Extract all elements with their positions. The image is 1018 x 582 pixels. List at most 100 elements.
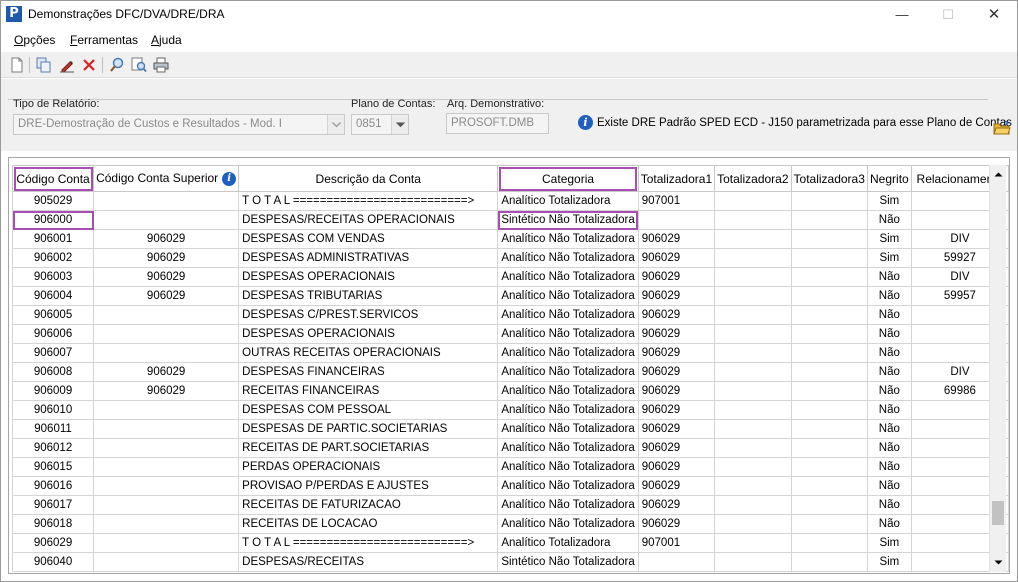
table-row[interactable]: 906018 RECEITAS DE LOCACAO Analítico Não T… bbox=[11, 514, 1009, 534]
cell-totalizadora3[interactable] bbox=[790, 495, 868, 515]
cell-totalizadora1[interactable]: 906029 bbox=[637, 286, 716, 306]
cell-codigo-superior[interactable] bbox=[93, 438, 240, 458]
scrollbar-thumb[interactable] bbox=[992, 501, 1004, 525]
cell-totalizadora1[interactable]: 906029 bbox=[637, 419, 716, 439]
zoom-icon[interactable] bbox=[130, 56, 148, 74]
cell-codigo-conta[interactable]: 906040 bbox=[11, 552, 95, 572]
cell-codigo-superior[interactable] bbox=[93, 324, 240, 344]
cell-totalizadora3[interactable] bbox=[790, 552, 868, 572]
plano-contas-select[interactable]: 0851 bbox=[351, 114, 409, 135]
cell-categoria[interactable]: Sintético Não Totalizadora bbox=[497, 210, 639, 230]
table-row[interactable]: 906005 DESPESAS C/PREST.SERVICOS Analítico… bbox=[11, 305, 1009, 325]
cell-categoria[interactable]: Analítico Totalizadora bbox=[497, 533, 639, 553]
cell-categoria[interactable]: Analítico Não Totalizadora bbox=[497, 419, 639, 439]
info-icon[interactable]: i bbox=[222, 171, 237, 186]
cell-totalizadora1[interactable]: 906029 bbox=[637, 248, 716, 268]
cell-codigo-conta[interactable]: 906012 bbox=[11, 438, 95, 458]
cell-categoria[interactable]: Analítico Não Totalizadora bbox=[497, 476, 639, 496]
new-document-icon[interactable] bbox=[8, 56, 26, 74]
cell-totalizadora2[interactable] bbox=[714, 552, 792, 572]
cell-descricao[interactable]: DESPESAS TRIBUTARIAS bbox=[238, 286, 499, 306]
cell-categoria[interactable]: Analítico Não Totalizadora bbox=[497, 324, 639, 344]
cell-totalizadora2[interactable] bbox=[714, 438, 792, 458]
edit-icon[interactable] bbox=[58, 56, 76, 74]
cell-totalizadora2[interactable] bbox=[714, 191, 792, 211]
cell-totalizadora3[interactable] bbox=[790, 457, 868, 477]
table-row[interactable]: 906011 DESPESAS DE PARTIC.SOCIETARIAS Anal… bbox=[11, 419, 1009, 439]
cell-descricao[interactable]: OUTRAS RECEITAS OPERACIONAIS bbox=[238, 343, 499, 363]
cell-codigo-superior[interactable]: 906029 bbox=[93, 286, 240, 306]
scroll-down-icon[interactable] bbox=[990, 554, 1006, 571]
cell-totalizadora3[interactable] bbox=[790, 343, 868, 363]
cell-descricao[interactable]: DESPESAS/RECEITAS OPERACIONAIS bbox=[238, 210, 499, 230]
cell-descricao[interactable]: T O T A L ==========================> bbox=[238, 533, 499, 553]
cell-totalizadora3[interactable] bbox=[790, 381, 868, 401]
minimize-button[interactable]: — bbox=[879, 1, 925, 29]
cell-categoria[interactable]: Analítico Não Totalizadora bbox=[497, 400, 639, 420]
cell-categoria[interactable]: Analítico Não Totalizadora bbox=[497, 362, 639, 382]
cell-totalizadora3[interactable] bbox=[790, 514, 868, 534]
copy-icon[interactable] bbox=[35, 56, 53, 74]
vertical-scrollbar[interactable] bbox=[989, 165, 1006, 572]
cell-totalizadora1[interactable]: 906029 bbox=[637, 381, 716, 401]
cell-totalizadora1[interactable] bbox=[637, 210, 716, 230]
cell-codigo-superior[interactable]: 906029 bbox=[93, 267, 240, 287]
table-row[interactable]: 906004 906029 DESPESAS TRIBUTARIAS Analític… bbox=[11, 286, 1009, 306]
cell-negrito[interactable]: Não bbox=[866, 400, 912, 420]
cell-totalizadora2[interactable] bbox=[714, 229, 792, 249]
table-row[interactable]: 906000 DESPESAS/RECEITAS OPERACIONAIS Sint… bbox=[11, 210, 1009, 230]
cell-negrito[interactable]: Sim bbox=[866, 248, 912, 268]
col-header-descricao[interactable]: Descrição da Conta bbox=[238, 165, 499, 192]
cell-descricao[interactable]: RECEITAS DE PART.SOCIETARIAS bbox=[238, 438, 499, 458]
cell-totalizadora2[interactable] bbox=[714, 457, 792, 477]
cell-totalizadora3[interactable] bbox=[790, 419, 868, 439]
table-row[interactable]: 906007 OUTRAS RECEITAS OPERACIONAIS Analít… bbox=[11, 343, 1009, 363]
cell-descricao[interactable]: DESPESAS FINANCEIRAS bbox=[238, 362, 499, 382]
cell-codigo-superior[interactable] bbox=[93, 210, 240, 230]
cell-totalizadora1[interactable]: 906029 bbox=[637, 457, 716, 477]
cell-codigo-conta[interactable]: 906029 bbox=[11, 533, 95, 553]
cell-codigo-superior[interactable] bbox=[93, 533, 240, 553]
cell-totalizadora3[interactable] bbox=[790, 286, 868, 306]
cell-codigo-conta[interactable]: 906006 bbox=[11, 324, 95, 344]
menu-ajuda[interactable]: Ajuda bbox=[151, 33, 182, 47]
cell-totalizadora3[interactable] bbox=[790, 324, 868, 344]
cell-totalizadora2[interactable] bbox=[714, 533, 792, 553]
cell-negrito[interactable]: Não bbox=[866, 324, 912, 344]
cell-codigo-conta[interactable]: 905029 bbox=[11, 191, 95, 211]
cell-codigo-conta[interactable]: 906007 bbox=[11, 343, 95, 363]
cell-descricao[interactable]: DESPESAS/RECEITAS bbox=[238, 552, 499, 572]
cell-totalizadora1[interactable]: 906029 bbox=[637, 305, 716, 325]
cell-totalizadora2[interactable] bbox=[714, 248, 792, 268]
cell-totalizadora1[interactable]: 906029 bbox=[637, 514, 716, 534]
cell-codigo-superior[interactable]: 906029 bbox=[93, 381, 240, 401]
cell-totalizadora3[interactable] bbox=[790, 267, 868, 287]
cell-totalizadora1[interactable]: 906029 bbox=[637, 400, 716, 420]
cell-codigo-conta[interactable]: 906015 bbox=[11, 457, 95, 477]
cell-negrito[interactable]: Não bbox=[866, 381, 912, 401]
cell-negrito[interactable]: Não bbox=[866, 514, 912, 534]
cell-codigo-conta[interactable]: 906018 bbox=[11, 514, 95, 534]
cell-categoria[interactable]: Analítico Não Totalizadora bbox=[497, 438, 639, 458]
cell-descricao[interactable]: RECEITAS DE LOCACAO bbox=[238, 514, 499, 534]
cell-totalizadora3[interactable] bbox=[790, 305, 868, 325]
cell-totalizadora3[interactable] bbox=[790, 533, 868, 553]
cell-descricao[interactable]: RECEITAS DE FATURIZACAO bbox=[238, 495, 499, 515]
table-row[interactable]: 905029 T O T A L ========================… bbox=[11, 191, 1009, 211]
cell-totalizadora3[interactable] bbox=[790, 248, 868, 268]
col-header-codigo-superior[interactable]: Código Conta Superior i bbox=[93, 165, 240, 192]
cell-totalizadora1[interactable]: 906029 bbox=[637, 438, 716, 458]
cell-totalizadora2[interactable] bbox=[714, 286, 792, 306]
cell-codigo-superior[interactable] bbox=[93, 495, 240, 515]
cell-descricao[interactable]: DESPESAS DE PARTIC.SOCIETARIAS bbox=[238, 419, 499, 439]
cell-totalizadora2[interactable] bbox=[714, 305, 792, 325]
table-row[interactable]: 906040 DESPESAS/RECEITAS Sintético Não Tot… bbox=[11, 552, 1009, 572]
cell-descricao[interactable]: DESPESAS COM PESSOAL bbox=[238, 400, 499, 420]
col-header-negrito[interactable]: Negrito bbox=[866, 165, 912, 192]
cell-negrito[interactable]: Não bbox=[866, 210, 912, 230]
cell-codigo-conta[interactable]: 906004 bbox=[11, 286, 95, 306]
cell-codigo-superior[interactable] bbox=[93, 191, 240, 211]
cell-totalizadora1[interactable] bbox=[637, 552, 716, 572]
cell-totalizadora2[interactable] bbox=[714, 343, 792, 363]
cell-totalizadora1[interactable]: 906029 bbox=[637, 495, 716, 515]
